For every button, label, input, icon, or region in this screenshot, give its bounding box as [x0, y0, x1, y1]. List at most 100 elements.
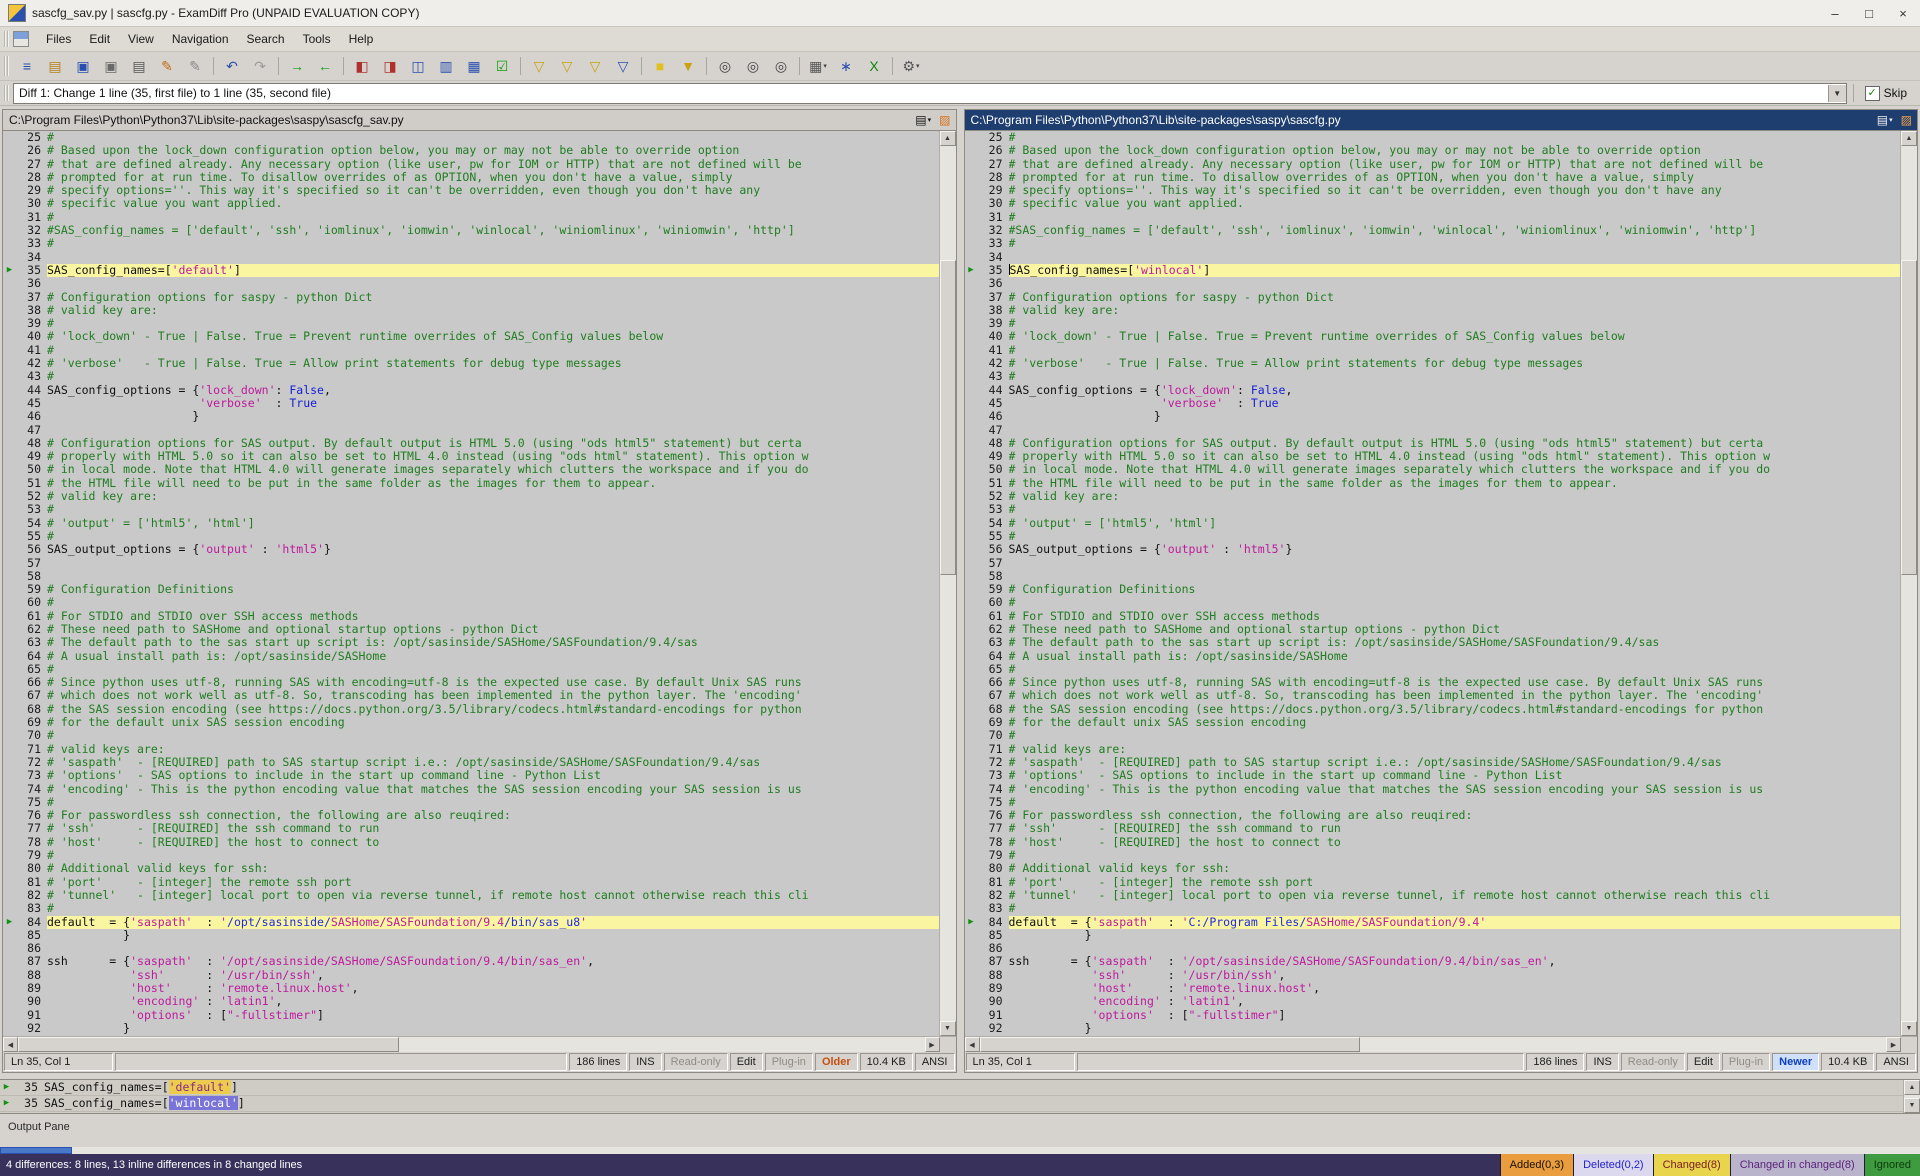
pane-print-icon[interactable]: ▤▾ [913, 113, 933, 127]
code-line-36[interactable]: 36 [965, 277, 1901, 290]
code-line-28[interactable]: 28# prompted for at run time. To disallo… [965, 171, 1901, 184]
code-line-52[interactable]: 52# valid key are: [3, 490, 939, 503]
code-line-81[interactable]: 81# 'port' - [integer] the remote ssh po… [965, 876, 1901, 889]
right-horizontal-scrollbar[interactable]: ◀ ▶ [965, 1037, 1902, 1052]
code-line-53[interactable]: 53# [965, 503, 1901, 516]
code-line-45[interactable]: 45 'verbose' : True [965, 397, 1901, 410]
code-line-65[interactable]: 65# [965, 663, 1901, 676]
code-line-82[interactable]: 82# 'tunnel' - [integer] local port to o… [3, 889, 939, 902]
highlight-icon[interactable]: ■ [647, 54, 673, 78]
scroll-left-icon[interactable]: ◀ [965, 1037, 980, 1052]
code-line-78[interactable]: 78# 'host' - [REQUIRED] the host to conn… [3, 836, 939, 849]
code-line-50[interactable]: 50# in local mode. Note that HTML 4.0 wi… [965, 463, 1901, 476]
code-line-39[interactable]: 39# [965, 317, 1901, 330]
undo-icon[interactable]: ↶ [219, 54, 245, 78]
find-next-icon[interactable]: ◎ [740, 54, 766, 78]
left-vertical-scrollbar[interactable]: ▲ ▼ [939, 131, 956, 1036]
code-line-38[interactable]: 38# valid key are: [965, 304, 1901, 317]
code-line-55[interactable]: 55# [3, 530, 939, 543]
scrollbar-thumb[interactable] [980, 1037, 1361, 1052]
code-line-39[interactable]: 39# [3, 317, 939, 330]
redo-icon[interactable]: ↷ [247, 54, 273, 78]
code-line-33[interactable]: 33# [965, 237, 1901, 250]
combo-dropdown-icon[interactable]: ▼ [1828, 85, 1846, 102]
code-line-60[interactable]: 60# [3, 596, 939, 609]
code-line-54[interactable]: 54# 'output' = ['html5', 'html'] [965, 517, 1901, 530]
menu-item-files[interactable]: Files [37, 29, 80, 49]
code-line-80[interactable]: 80# Additional valid keys for ssh: [3, 862, 939, 875]
code-line-44[interactable]: 44SAS_config_options = {'lock_down': Fal… [3, 384, 939, 397]
code-line-61[interactable]: 61# For STDIO and STDIO over SSH access … [965, 610, 1901, 623]
code-line-58[interactable]: 58 [965, 570, 1901, 583]
code-line-78[interactable]: 78# 'host' - [REQUIRED] the host to conn… [965, 836, 1901, 849]
code-line-79[interactable]: 79# [3, 849, 939, 862]
show-identical-icon[interactable]: ☑ [489, 54, 515, 78]
code-line-49[interactable]: 49# properly with HTML 5.0 so it can als… [3, 450, 939, 463]
scroll-right-icon[interactable]: ▶ [925, 1037, 940, 1052]
scrollbar-track[interactable] [940, 146, 956, 1021]
code-line-87[interactable]: 87ssh = {'saspath' : '/opt/sasinside/SAS… [965, 955, 1901, 968]
pane-splitter[interactable] [957, 109, 964, 1073]
minimize-button[interactable]: – [1818, 1, 1852, 26]
find-prev-icon[interactable]: ◎ [768, 54, 794, 78]
code-line-34[interactable]: 34 [3, 251, 939, 264]
code-line-75[interactable]: 75# [3, 796, 939, 809]
diff-line-row[interactable]: ▶35SAS_config_names=['winlocal'] [0, 1096, 1903, 1112]
code-line-27[interactable]: 27# that are defined already. Any necess… [3, 158, 939, 171]
code-line-55[interactable]: 55# [965, 530, 1901, 543]
scroll-up-icon[interactable]: ▲ [1904, 1080, 1920, 1095]
code-line-90[interactable]: 90 'encoding' : 'latin1', [965, 995, 1901, 1008]
code-line-51[interactable]: 51# the HTML file will need to be put in… [965, 477, 1901, 490]
code-line-77[interactable]: 77# 'ssh' - [REQUIRED] the ssh command t… [3, 822, 939, 835]
code-line-66[interactable]: 66# Since python uses utf-8, running SAS… [3, 676, 939, 689]
scrollbar-thumb[interactable] [18, 1037, 399, 1052]
show-linenumbers-icon[interactable]: ▦ [461, 54, 487, 78]
diff-line-row[interactable]: ▶35SAS_config_names=['default'] [0, 1080, 1903, 1096]
status-badge-deleted[interactable]: Deleted(0,2) [1573, 1154, 1653, 1176]
code-line-84[interactable]: ▶84default = {'saspath' : '/opt/sasinsid… [3, 916, 939, 929]
code-line-37[interactable]: 37# Configuration options for saspy - py… [965, 291, 1901, 304]
code-line-70[interactable]: 70# [965, 729, 1901, 742]
code-line-76[interactable]: 76# For passwordless ssh connection, the… [3, 809, 939, 822]
code-line-74[interactable]: 74# 'encoding' - This is the python enco… [965, 783, 1901, 796]
prev-diff-icon[interactable]: ← [312, 54, 338, 78]
code-line-41[interactable]: 41# [965, 344, 1901, 357]
code-line-69[interactable]: 69# for the default unix SAS session enc… [3, 716, 939, 729]
code-line-79[interactable]: 79# [965, 849, 1901, 862]
status-badge-changed-in-changed[interactable]: Changed in changed(8) [1730, 1154, 1864, 1176]
code-line-88[interactable]: 88 'ssh' : '/usr/bin/ssh', [3, 969, 939, 982]
code-line-73[interactable]: 73# 'options' - SAS options to include i… [3, 769, 939, 782]
scroll-down-icon[interactable]: ▼ [940, 1021, 956, 1036]
code-line-33[interactable]: 33# [3, 237, 939, 250]
code-line-43[interactable]: 43# [3, 370, 939, 383]
edit-options-icon[interactable]: ✎ [182, 54, 208, 78]
code-line-57[interactable]: 57 [965, 557, 1901, 570]
code-line-43[interactable]: 43# [965, 370, 1901, 383]
sync-scroll-icon[interactable]: ∗ [833, 54, 859, 78]
scrollbar-track[interactable] [1901, 146, 1917, 1021]
export-report-icon[interactable]: X [861, 54, 887, 78]
code-line-85[interactable]: 85 } [3, 929, 939, 942]
code-line-53[interactable]: 53# [3, 503, 939, 516]
menu-item-view[interactable]: View [119, 29, 163, 49]
save-file-icon[interactable]: ▣ [70, 54, 96, 78]
code-line-56[interactable]: 56SAS_output_options = {'output' : 'html… [3, 543, 939, 556]
code-line-48[interactable]: 48# Configuration options for SAS output… [3, 437, 939, 450]
scrollbar-track[interactable] [18, 1037, 925, 1052]
left-horizontal-scrollbar[interactable]: ◀ ▶ [3, 1037, 940, 1052]
code-line-90[interactable]: 90 'encoding' : 'latin1', [3, 995, 939, 1008]
print-icon[interactable]: ▤ [126, 54, 152, 78]
code-line-47[interactable]: 47 [965, 424, 1901, 437]
code-line-74[interactable]: 74# 'encoding' - This is the python enco… [3, 783, 939, 796]
code-line-62[interactable]: 62# These need path to SASHome and optio… [965, 623, 1901, 636]
save-all-icon[interactable]: ▣ [98, 54, 124, 78]
code-line-63[interactable]: 63# The default path to the sas start up… [965, 636, 1901, 649]
code-line-63[interactable]: 63# The default path to the sas start up… [3, 636, 939, 649]
code-line-84[interactable]: ▶84default = {'saspath' : 'C:/Program Fi… [965, 916, 1901, 929]
scrollbar-thumb[interactable] [0, 1147, 72, 1154]
pane-print-icon[interactable]: ▤▾ [1875, 113, 1895, 127]
code-line-46[interactable]: 46 } [965, 410, 1901, 423]
code-line-83[interactable]: 83# [965, 902, 1901, 915]
code-line-77[interactable]: 77# 'ssh' - [REQUIRED] the ssh command t… [965, 822, 1901, 835]
code-line-91[interactable]: 91 'options' : ["-fullstimer"] [3, 1009, 939, 1022]
